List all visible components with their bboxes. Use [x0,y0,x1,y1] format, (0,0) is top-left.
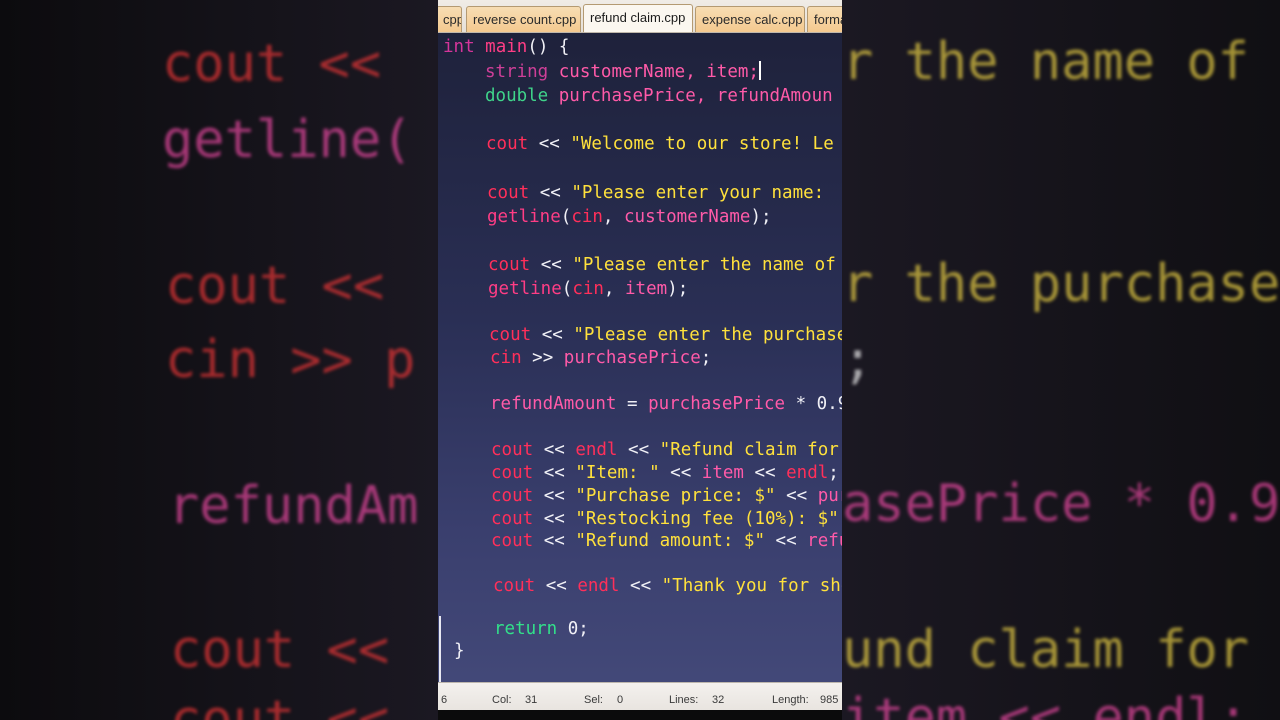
backdrop-left-line: cout << [165,256,385,316]
backdrop-right-line: ; [842,330,874,390]
status-col-label: Col: [492,694,512,706]
backdrop-left-line: refundAm [168,476,419,536]
backdrop-right-line: r the name of [842,32,1249,92]
backdrop-left-line: cin >> p [165,330,416,390]
code-line: } [454,641,465,661]
code-line: return 0; [494,619,589,639]
backdrop-right-line: r the purchase [842,254,1280,314]
code-line: cout << endl << "Refund claim for [491,440,839,460]
status-length: 985 [820,694,839,706]
text-cursor [758,61,761,80]
code-line: int main() { [443,37,570,57]
tab-forma[interactable]: forma [807,6,842,32]
code-line: cout << "Item: " << item << endl; [491,463,839,483]
status-bar: 6 Col: 31 Sel: 0 Lines: 32 Length: 985 [438,682,842,710]
tab-bar: cpp reverse count.cpp refund claim.cpp e… [438,0,842,33]
code-line: cout << "Please enter the purchase [489,325,842,345]
code-area[interactable]: int main() { string customerName, item; … [438,32,842,682]
tab-refund-claim[interactable]: refund claim.cpp [583,4,693,32]
code-line: getline(cin, item); [488,279,689,299]
code-line: cout << "Refund amount: $" << refu [491,531,842,551]
backdrop-left-line: getline( [162,110,413,170]
code-line: cin >> purchasePrice; [490,348,712,368]
code-editor: cpp reverse count.cpp refund claim.cpp e… [438,0,842,710]
code-line: cout << "Purchase price: $" << pur [491,486,842,506]
backdrop-left-line: cout << [170,690,390,720]
code-line: refundAmount = purchasePrice * 0.9 [490,394,842,414]
tab-cpp[interactable]: cpp [438,6,462,32]
code-line: cout << "Restocking fee (10%): $" [491,509,839,529]
status-lines: 32 [712,694,725,706]
backdrop-right-line: und claim for [842,620,1249,680]
backdrop-left-line: cout << [162,34,382,94]
code-line: cout << "Welcome to our store! Le [486,134,834,154]
status-sel-label: Sel: [584,694,603,706]
code-line: cout << endl << "Thank you for sho [493,576,842,596]
tab-expense-calc[interactable]: expense calc.cpp [695,6,805,32]
code-line: getline(cin, customerName); [487,207,772,227]
status-sel: 0 [617,694,624,706]
status-line: 6 [441,694,448,706]
code-line: string customerName, item; [485,61,761,82]
code-line: cout << "Please enter the name of [488,255,836,275]
backdrop-right-line: item << endl; [842,688,1249,720]
status-lines-label: Lines: [669,694,699,706]
code-line: cout << "Please enter your name: [487,183,835,203]
status-length-label: Length: [772,694,809,706]
code-line: double purchasePrice, refundAmoun [485,86,833,106]
backdrop-right-line: asePrice * 0.9 [842,474,1280,534]
tab-reverse-count[interactable]: reverse count.cpp [466,6,581,32]
status-col: 31 [525,694,538,706]
fold-guide [439,616,448,682]
backdrop-left-line: cout << [170,620,390,680]
backdrop-right: r the name of r the purchase ; asePrice … [842,0,1280,720]
backdrop-left: cout << getline( cout << cin >> p refund… [0,0,438,720]
